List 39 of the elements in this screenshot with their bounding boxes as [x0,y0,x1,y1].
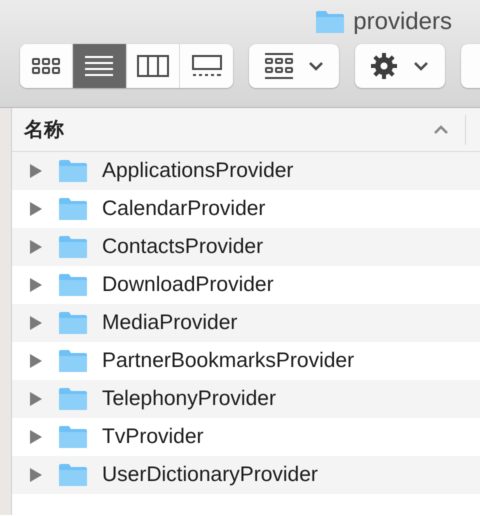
column-label[interactable]: 名称 [24,114,64,144]
folder-icon [315,10,346,34]
disclosure-triangle-icon[interactable] [28,277,44,293]
folder-icon [58,159,88,183]
folder-name[interactable]: PartnerBookmarksProvider [102,345,354,377]
folder-icon [58,235,88,259]
gallery-view-icon [192,55,222,77]
chevron-down-icon [413,61,430,71]
group-by-button[interactable] [249,44,339,88]
folder-name[interactable]: TvProvider [102,421,204,453]
folder-icon [58,425,88,449]
grid-icon [264,53,294,79]
disclosure-triangle-icon[interactable] [28,315,44,331]
folder-icon [58,197,88,221]
view-mode-button[interactable] [20,44,74,88]
folder-icon [58,349,88,373]
window-title: providers [353,7,452,37]
folder-icon [58,463,88,487]
view-mode-button[interactable] [180,44,234,88]
settings-icon [370,52,398,80]
folder-icon [58,387,88,411]
disclosure-triangle-icon[interactable] [28,391,44,407]
action-button[interactable] [354,44,445,88]
folder-icon [58,273,88,297]
disclosure-triangle-icon[interactable] [28,201,44,217]
disclosure-triangle-icon[interactable] [28,239,44,255]
disclosure-triangle-icon[interactable] [28,163,44,179]
view-mode-button[interactable] [126,44,180,88]
folder-icon [58,311,88,335]
folder-name[interactable]: CalendarProvider [102,193,266,225]
disclosure-triangle-icon[interactable] [28,429,44,445]
icon-view-icon [31,57,62,75]
list-view-icon [84,55,114,77]
disclosure-triangle-icon[interactable] [28,353,44,369]
view-mode-button[interactable] [73,44,127,88]
column-view-icon [136,55,169,77]
disclosure-triangle-icon[interactable] [28,467,44,483]
folder-name[interactable]: DownloadProvider [102,269,274,301]
chevron-down-icon [308,61,324,71]
